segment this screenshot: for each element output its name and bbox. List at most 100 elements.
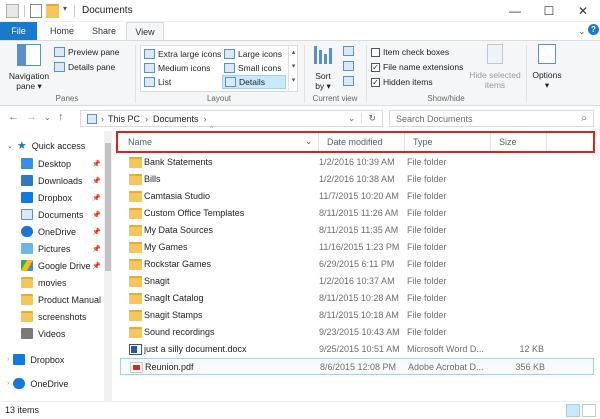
hidden-items-toggle[interactable]: ✓ Hidden items: [371, 76, 433, 88]
file-name-extensions-toggle[interactable]: ✓ File name extensions: [371, 61, 463, 73]
nav-item-product-manual[interactable]: Product Manual: [21, 291, 101, 308]
forward-icon[interactable]: →: [26, 111, 37, 123]
file-row[interactable]: Bills 1/2/2016 10:38 AM File folder: [120, 171, 594, 188]
options-label: Options: [532, 70, 562, 80]
tab-view[interactable]: View: [126, 22, 164, 40]
search-placeholder: Search Documents: [396, 113, 473, 124]
checkbox-checked[interactable]: ✓: [371, 77, 380, 87]
group-by-icon[interactable]: [343, 46, 354, 56]
size-all-columns-icon[interactable]: [343, 76, 354, 86]
layout-list[interactable]: List: [144, 76, 171, 88]
pin-icon[interactable]: 📌: [92, 262, 101, 270]
pin-icon[interactable]: 📌: [92, 177, 101, 185]
layout-group-label: Layout: [206, 94, 232, 103]
file-row[interactable]: Camtasia Studio 11/7/2015 10:20 AM File fo…: [120, 188, 594, 205]
options-button[interactable]: Options ▾: [530, 44, 564, 91]
expand-ribbon-icon[interactable]: ⌄: [578, 26, 586, 37]
file-size: [490, 273, 544, 290]
folder-icon: [129, 174, 142, 185]
details-view-icon[interactable]: [566, 404, 580, 417]
file-row[interactable]: just a silly document.docx 9/25/2015 10:5…: [120, 341, 594, 358]
preview-pane-button[interactable]: Preview pane: [54, 46, 120, 58]
pin-icon[interactable]: 📌: [92, 194, 101, 202]
properties-icon[interactable]: [30, 4, 42, 18]
navigation-pane-button[interactable]: Navigation pane ▾: [5, 44, 53, 94]
pin-icon[interactable]: 📌: [92, 211, 101, 219]
tab-home[interactable]: Home: [42, 22, 82, 40]
nav-item-onedrive-root[interactable]: › OneDrive: [7, 375, 68, 392]
nav-item-desktop[interactable]: Desktop: [21, 155, 71, 172]
checkbox-checked[interactable]: ✓: [371, 62, 380, 72]
nav-scrollbar-thumb[interactable]: [105, 143, 111, 271]
address-dropdown-icon[interactable]: ⌄: [348, 113, 356, 124]
tab-share[interactable]: Share: [86, 22, 122, 40]
layout-item-label: Extra large icons: [158, 49, 222, 59]
layout-scroll[interactable]: ▴ ▾ ▾: [288, 46, 298, 91]
pin-icon[interactable]: 📌: [92, 160, 101, 168]
expand-chevron-icon[interactable]: ⌄: [7, 142, 13, 150]
file-row[interactable]: Rockstar Games 6/29/2015 6:11 PM File fold…: [120, 256, 594, 273]
file-row[interactable]: Snagit Stamps 8/11/2015 10:18 AM File fold…: [120, 307, 594, 324]
details-pane-button[interactable]: Details pane: [54, 61, 115, 73]
address-bar[interactable]: › This PC › Documents › ⌄ ↻: [80, 110, 383, 127]
layout-small-icons[interactable]: Small icons: [224, 62, 281, 74]
file-type: Adobe Acrobat D...: [408, 362, 484, 372]
item-check-boxes-toggle[interactable]: Item check boxes: [371, 46, 449, 58]
nav-item-dropbox[interactable]: Dropbox: [21, 189, 72, 206]
pin-icon[interactable]: 📌: [92, 245, 101, 253]
hide-selected-items-button[interactable]: Hide selected items: [466, 44, 524, 90]
file-row[interactable]: Reunion.pdf 8/6/2015 12:08 PM Adobe Acroba…: [120, 358, 594, 375]
file-row[interactable]: Custom Office Templates 8/11/2015 11:26 A…: [120, 205, 594, 222]
refresh-icon[interactable]: ↻: [361, 113, 382, 124]
search-input[interactable]: Search Documents ⌕: [389, 110, 594, 127]
file-date: 8/11/2015 11:26 AM: [319, 208, 399, 218]
file-row[interactable]: SnagIt Catalog 8/11/2015 10:28 AM File fol…: [120, 290, 594, 307]
layout-item-label: Details: [239, 77, 265, 87]
checkbox-unchecked[interactable]: [371, 47, 380, 57]
minimize-button[interactable]: —: [498, 0, 532, 22]
file-row[interactable]: My Data Sources 8/11/2015 11:35 AM File fo…: [120, 222, 594, 239]
nav-item-dropbox-root[interactable]: › Dropbox: [7, 351, 64, 368]
nav-label: Pictures: [38, 243, 71, 254]
nav-item-downloads[interactable]: Downloads: [21, 172, 83, 189]
breadcrumb-this-pc[interactable]: This PC: [108, 114, 140, 124]
layout-details[interactable]: Details: [222, 75, 286, 89]
layout-medium-icons[interactable]: Medium icons: [144, 62, 210, 74]
large-icons-view-icon[interactable]: [582, 404, 596, 417]
tab-file[interactable]: File: [0, 22, 37, 40]
nav-item-documents[interactable]: Documents: [21, 206, 84, 223]
breadcrumb-documents[interactable]: Documents: [153, 114, 199, 124]
close-button[interactable]: ✕: [566, 0, 600, 22]
file-type: Microsoft Word D...: [407, 344, 484, 354]
nav-item-screenshots[interactable]: screenshots: [21, 308, 87, 325]
file-row[interactable]: Snagit 1/2/2016 10:37 AM File folder: [120, 273, 594, 290]
file-name: Bills: [144, 174, 161, 184]
recent-locations-icon[interactable]: ⌄: [44, 113, 51, 122]
layout-extra-large-icons[interactable]: Extra large icons: [144, 48, 221, 60]
nav-item-videos[interactable]: Videos: [21, 325, 65, 342]
new-folder-icon[interactable]: [46, 4, 59, 18]
nav-item-quick-access[interactable]: ⌄ ★ Quick access: [7, 137, 85, 154]
nav-item-movies[interactable]: movies: [21, 274, 67, 291]
maximize-button[interactable]: ☐: [532, 0, 566, 22]
file-row[interactable]: Bank Statements 1/2/2016 10:39 AM File fol…: [120, 154, 594, 171]
file-row[interactable]: My Games 11/16/2015 1:23 PM File folder: [120, 239, 594, 256]
file-row[interactable]: Sound recordings 9/23/2015 10:43 AM File f…: [120, 324, 594, 341]
nav-item-onedrive[interactable]: OneDrive: [21, 223, 76, 240]
google-drive-icon: [21, 260, 33, 271]
back-icon[interactable]: ←: [8, 111, 19, 123]
layout-large-icons[interactable]: Large icons: [224, 48, 282, 60]
nav-item-pictures[interactable]: Pictures: [21, 240, 71, 257]
nav-item-google-drive[interactable]: Google Drive: [21, 257, 91, 274]
sort-by-button[interactable]: Sort by ▾: [309, 44, 337, 92]
expand-chevron-icon[interactable]: ›: [7, 356, 9, 363]
add-columns-icon[interactable]: [343, 61, 354, 71]
preview-pane-label: Preview pane: [68, 47, 120, 57]
customize-toolbar-icon[interactable]: ▾: [63, 4, 67, 13]
expand-chevron-icon[interactable]: ›: [7, 380, 9, 387]
search-icon[interactable]: ⌕: [581, 113, 587, 124]
up-icon[interactable]: ↑: [58, 111, 64, 123]
pin-icon[interactable]: 📌: [92, 228, 101, 236]
layout-item-label: List: [158, 77, 172, 87]
help-icon[interactable]: ?: [588, 24, 599, 35]
